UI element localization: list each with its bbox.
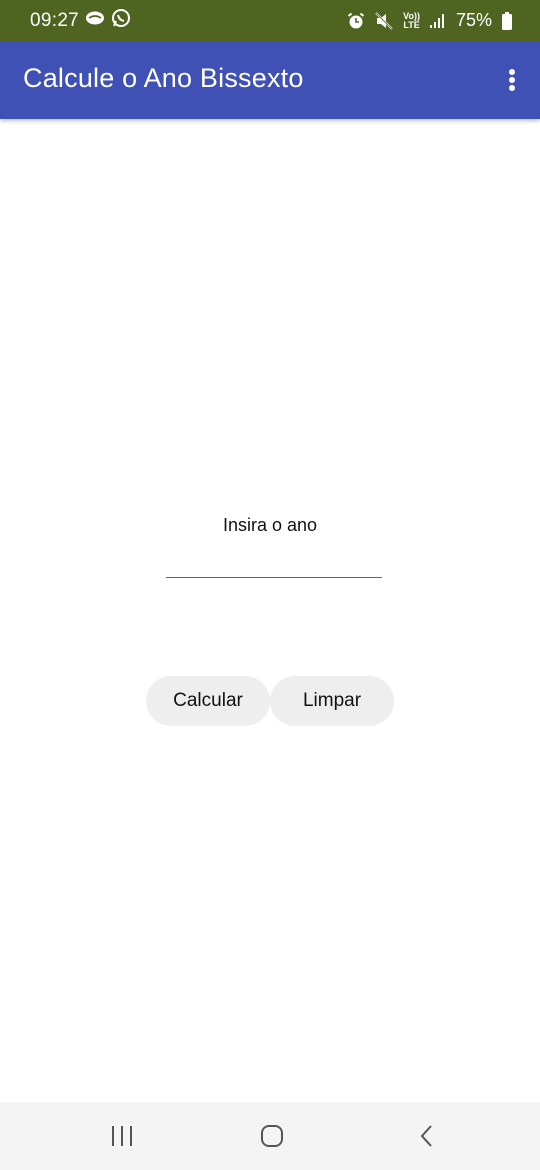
- status-bar: 09:27 Vo)) LTE 75%: [0, 0, 540, 41]
- app-title: Calcule o Ano Bissexto: [23, 63, 304, 93]
- lte-label: LTE: [403, 19, 420, 30]
- menu-dot: [509, 77, 515, 83]
- app-bar: Calcule o Ano Bissexto: [0, 41, 540, 119]
- volte-icon: Vo)) LTE: [403, 11, 420, 30]
- signal-icon: [429, 13, 446, 29]
- recents-icon[interactable]: [100, 1102, 144, 1170]
- system-nav-bar: [0, 1102, 540, 1170]
- status-left: 09:27: [30, 0, 131, 41]
- battery-percent: 75%: [455, 10, 492, 30]
- menu-dot: [509, 85, 515, 91]
- status-time: 09:27: [30, 9, 80, 31]
- year-prompt-label: Insira o ano: [222, 515, 318, 535]
- chat-bubble-icon: [85, 10, 105, 31]
- calculate-button[interactable]: Calcular: [146, 676, 270, 726]
- back-icon[interactable]: [404, 1102, 448, 1170]
- year-input[interactable]: [166, 542, 382, 578]
- alarm-icon: [347, 12, 365, 30]
- mute-icon: [375, 11, 393, 30]
- clear-button[interactable]: Limpar: [270, 676, 394, 726]
- home-icon[interactable]: [250, 1102, 294, 1170]
- battery-icon: [502, 11, 512, 30]
- menu-dot: [509, 69, 515, 75]
- whatsapp-icon: [111, 8, 131, 33]
- status-right: Vo)) LTE 75%: [347, 0, 512, 41]
- more-vert-icon[interactable]: [500, 63, 524, 97]
